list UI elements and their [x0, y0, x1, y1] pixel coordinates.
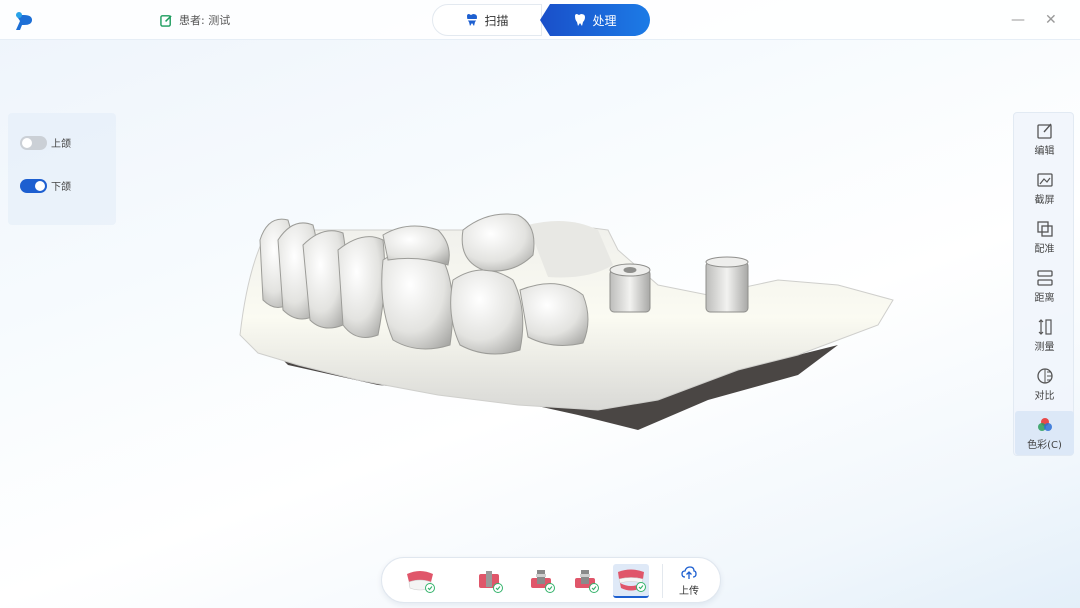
tab-process[interactable]: 处理	[540, 4, 650, 36]
tab-scan-label: 扫描	[484, 13, 509, 28]
stage-implant[interactable]	[472, 564, 508, 598]
upload-label: 上传	[679, 586, 699, 597]
tool-distance-label: 距离	[1034, 292, 1055, 304]
title-bar: 患者: 测试 扫描 处理 — ✕	[0, 0, 1080, 40]
tool-compare[interactable]: 对比	[1015, 362, 1074, 406]
edit-icon	[1036, 123, 1052, 139]
edit-patient-icon[interactable]	[160, 14, 173, 27]
lower-jaw-label: 下颌	[51, 182, 71, 193]
jaw-stage-icon	[407, 571, 435, 593]
toolbar-divider	[662, 564, 663, 598]
tool-align-label: 配准	[1034, 243, 1055, 255]
upper-jaw-label: 上颌	[51, 139, 71, 150]
workflow-bar: 上传	[381, 557, 721, 603]
align-icon	[1036, 220, 1053, 237]
lower-jaw-toggle-row[interactable]: 下颌	[20, 178, 71, 193]
app-logo-icon	[16, 12, 32, 30]
tool-align[interactable]: 配准	[1015, 215, 1074, 259]
tool-measure[interactable]: 测量	[1015, 313, 1074, 357]
patient-info[interactable]: 患者: 测试	[160, 12, 230, 28]
tool-compare-label: 对比	[1034, 390, 1055, 402]
compare-icon	[1036, 367, 1053, 384]
tool-screenshot-label: 截屏	[1034, 194, 1055, 206]
tool-screenshot[interactable]: 截屏	[1015, 166, 1074, 210]
stage-scanbody[interactable]	[524, 564, 560, 598]
close-icon[interactable]: ✕	[1045, 12, 1057, 28]
implant-stage-icon	[479, 571, 503, 593]
stage-scanbody-alt[interactable]	[568, 564, 604, 598]
patient-label: 患者: 测试	[179, 14, 231, 27]
tool-edit[interactable]: 编辑	[1015, 117, 1074, 161]
screenshot-icon	[1036, 172, 1053, 187]
mode-tabs: 扫描 处理	[432, 4, 652, 36]
jaw-panel: 上颌 下颌	[8, 113, 116, 225]
upper-jaw-switch[interactable]	[20, 135, 47, 150]
stage-jaw[interactable]	[402, 564, 438, 598]
tab-scan[interactable]: 扫描	[432, 4, 542, 36]
lower-jaw-switch[interactable]	[20, 178, 47, 193]
tool-color-label: 色彩(C)	[1027, 439, 1062, 451]
scanbody-alt-stage-icon	[575, 570, 599, 593]
tool-measure-label: 测量	[1034, 341, 1055, 353]
upload-button[interactable]: 上传	[669, 562, 709, 600]
scanbody-stage-icon	[531, 570, 555, 593]
color-icon	[1037, 417, 1052, 431]
upper-jaw-toggle-row[interactable]: 上颌	[20, 135, 71, 150]
distance-icon	[1036, 269, 1053, 286]
tool-color[interactable]: 色彩(C)	[1015, 411, 1074, 455]
tool-distance[interactable]: 距离	[1015, 264, 1074, 308]
scan-tooth-icon	[465, 14, 480, 26]
tab-process-label: 处理	[592, 13, 617, 28]
upload-icon	[681, 566, 697, 579]
stage-full-arch[interactable]	[613, 564, 649, 598]
minimize-icon[interactable]: —	[1011, 12, 1025, 28]
tool-sidebar: 编辑 截屏 配准 距离 测量 对比 色彩(C)	[1013, 112, 1074, 456]
tool-edit-label: 编辑	[1034, 145, 1055, 157]
process-tooth-icon	[575, 14, 586, 26]
measure-icon	[1038, 318, 1052, 335]
dental-scan-model[interactable]	[238, 205, 898, 430]
full-arch-stage-icon	[618, 569, 646, 592]
